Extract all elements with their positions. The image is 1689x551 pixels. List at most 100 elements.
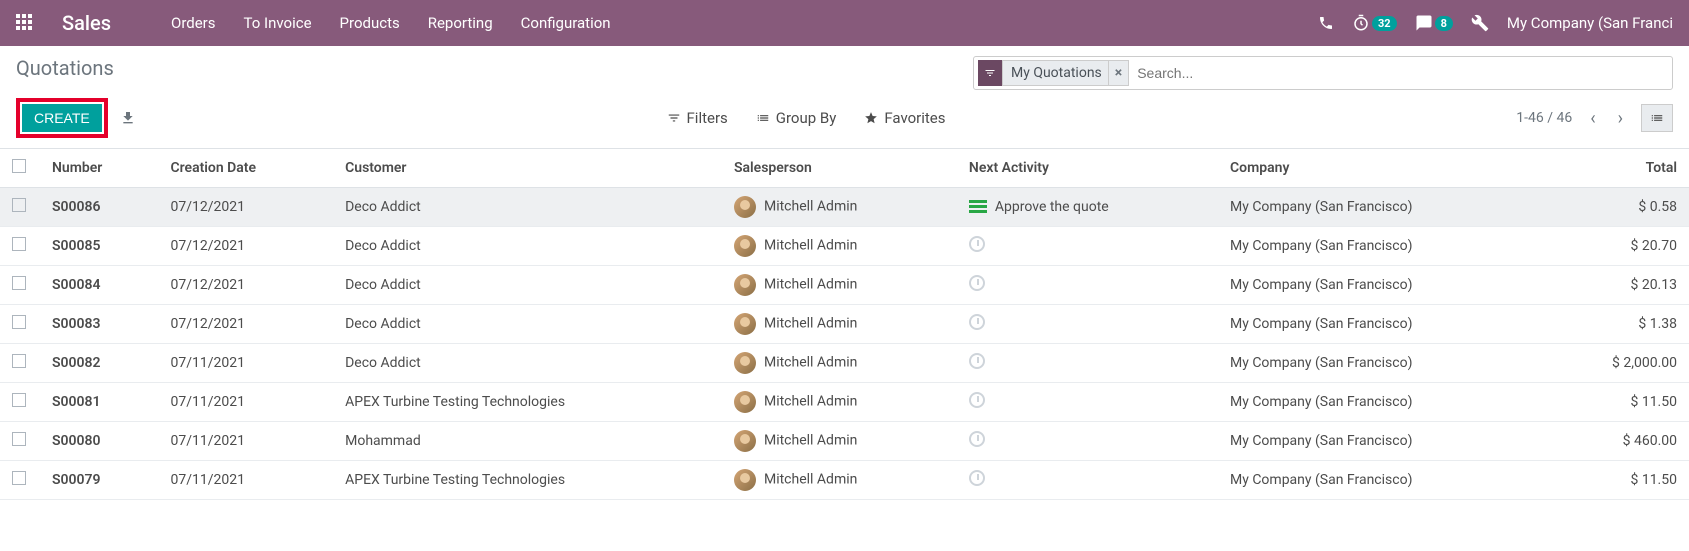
cell-total: $ 1.38 <box>1547 305 1689 344</box>
table-row[interactable]: S0008507/12/2021Deco AddictMitchell Admi… <box>0 227 1689 266</box>
col-customer[interactable]: Customer <box>333 149 722 188</box>
company-switcher[interactable]: My Company (San Franci <box>1507 14 1673 32</box>
apps-icon[interactable] <box>16 14 34 32</box>
debug-icon[interactable] <box>1471 14 1489 32</box>
col-salesperson[interactable]: Salesperson <box>722 149 957 188</box>
cell-activity[interactable] <box>957 461 1218 500</box>
messages-icon[interactable]: 8 <box>1415 14 1453 32</box>
cell-date: 07/12/2021 <box>158 227 333 266</box>
nav-reporting[interactable]: Reporting <box>428 14 493 32</box>
row-checkbox[interactable] <box>12 471 26 485</box>
cell-salesperson: Mitchell Admin <box>722 305 957 344</box>
select-all-checkbox[interactable] <box>12 159 26 173</box>
search-bar[interactable]: My Quotations × <box>973 56 1673 90</box>
row-checkbox[interactable] <box>12 198 26 212</box>
cell-number: S00081 <box>40 383 158 422</box>
cell-activity[interactable]: Approve the quote <box>957 188 1218 227</box>
groupby-button[interactable]: Group By <box>756 109 837 127</box>
cell-activity[interactable] <box>957 266 1218 305</box>
filter-chip-label: My Quotations <box>1002 60 1109 86</box>
nav-products[interactable]: Products <box>340 14 400 32</box>
row-checkbox[interactable] <box>12 276 26 290</box>
avatar <box>734 469 756 491</box>
create-highlight: CREATE <box>16 98 108 138</box>
import-button[interactable] <box>120 110 136 126</box>
col-creation-date[interactable]: Creation Date <box>158 149 333 188</box>
filter-chip-remove[interactable]: × <box>1109 60 1129 86</box>
clock-icon[interactable] <box>969 392 985 408</box>
avatar <box>734 274 756 296</box>
table-row[interactable]: S0008207/11/2021Deco AddictMitchell Admi… <box>0 344 1689 383</box>
activity-text: Approve the quote <box>995 199 1109 215</box>
cell-total: $ 0.58 <box>1547 188 1689 227</box>
cell-activity[interactable] <box>957 227 1218 266</box>
phone-icon[interactable] <box>1318 15 1334 31</box>
cell-total: $ 20.13 <box>1547 266 1689 305</box>
cell-number: S00082 <box>40 344 158 383</box>
row-checkbox[interactable] <box>12 237 26 251</box>
clock-icon[interactable] <box>969 353 985 369</box>
table-row[interactable]: S0008607/12/2021Deco AddictMitchell Admi… <box>0 188 1689 227</box>
favorites-label: Favorites <box>884 109 945 127</box>
clock-icon[interactable] <box>969 314 985 330</box>
cell-number: S00085 <box>40 227 158 266</box>
app-brand[interactable]: Sales <box>62 11 111 35</box>
col-next-activity[interactable]: Next Activity <box>957 149 1218 188</box>
avatar <box>734 235 756 257</box>
cell-customer: Deco Addict <box>333 188 722 227</box>
favorites-button[interactable]: Favorites <box>864 109 945 127</box>
clock-icon[interactable] <box>969 275 985 291</box>
row-checkbox[interactable] <box>12 315 26 329</box>
col-company[interactable]: Company <box>1218 149 1547 188</box>
list-view-button[interactable] <box>1641 104 1673 132</box>
cell-customer: Deco Addict <box>333 227 722 266</box>
nav-to-invoice[interactable]: To Invoice <box>244 14 312 32</box>
control-panel: Quotations My Quotations × CREATE <box>0 46 1689 149</box>
top-navbar: Sales Orders To Invoice Products Reporti… <box>0 0 1689 46</box>
cell-date: 07/11/2021 <box>158 422 333 461</box>
col-total[interactable]: Total <box>1547 149 1689 188</box>
cell-date: 07/11/2021 <box>158 461 333 500</box>
clock-icon[interactable] <box>969 431 985 447</box>
clock-icon[interactable] <box>969 236 985 252</box>
table-row[interactable]: S0008307/12/2021Deco AddictMitchell Admi… <box>0 305 1689 344</box>
nav-links: Orders To Invoice Products Reporting Con… <box>171 14 611 32</box>
row-checkbox[interactable] <box>12 393 26 407</box>
pager-prev[interactable]: ‹ <box>1586 104 1599 133</box>
table-row[interactable]: S0007907/11/2021APEX Turbine Testing Tec… <box>0 461 1689 500</box>
cell-activity[interactable] <box>957 305 1218 344</box>
nav-orders[interactable]: Orders <box>171 14 216 32</box>
pager-next[interactable]: › <box>1614 104 1627 133</box>
clock-icon[interactable] <box>969 470 985 486</box>
timer-icon[interactable]: 32 <box>1352 14 1397 32</box>
cell-salesperson: Mitchell Admin <box>722 383 957 422</box>
search-input[interactable] <box>1133 61 1668 85</box>
pager-text: 1-46 / 46 <box>1516 110 1572 126</box>
create-button[interactable]: CREATE <box>22 104 102 132</box>
cell-activity[interactable] <box>957 344 1218 383</box>
cell-company: My Company (San Francisco) <box>1218 188 1547 227</box>
table-row[interactable]: S0008007/11/2021MohammadMitchell AdminMy… <box>0 422 1689 461</box>
cell-salesperson: Mitchell Admin <box>722 266 957 305</box>
cell-number: S00080 <box>40 422 158 461</box>
avatar <box>734 352 756 374</box>
table-row[interactable]: S0008407/12/2021Deco AddictMitchell Admi… <box>0 266 1689 305</box>
cell-activity[interactable] <box>957 383 1218 422</box>
cell-activity[interactable] <box>957 422 1218 461</box>
cell-total: $ 460.00 <box>1547 422 1689 461</box>
row-checkbox[interactable] <box>12 432 26 446</box>
cell-company: My Company (San Francisco) <box>1218 305 1547 344</box>
table-row[interactable]: S0008107/11/2021APEX Turbine Testing Tec… <box>0 383 1689 422</box>
cell-customer: Deco Addict <box>333 344 722 383</box>
cell-salesperson: Mitchell Admin <box>722 461 957 500</box>
avatar <box>734 196 756 218</box>
nav-configuration[interactable]: Configuration <box>521 14 611 32</box>
cell-number: S00086 <box>40 188 158 227</box>
col-number[interactable]: Number <box>40 149 158 188</box>
row-checkbox[interactable] <box>12 354 26 368</box>
cell-date: 07/12/2021 <box>158 305 333 344</box>
cell-customer: Mohammad <box>333 422 722 461</box>
filters-button[interactable]: Filters <box>667 109 728 127</box>
messages-badge: 8 <box>1435 16 1453 31</box>
cell-salesperson: Mitchell Admin <box>722 422 957 461</box>
